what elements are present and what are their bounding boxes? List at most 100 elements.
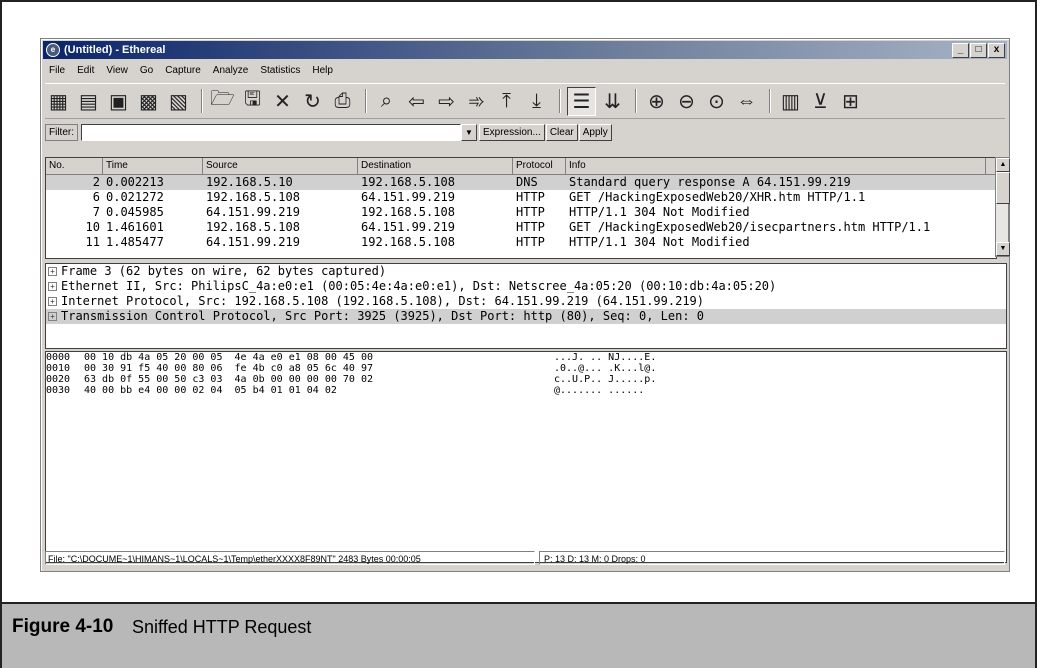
title-bar: e (Untitled) - Ethereal _ □ x [43, 41, 1007, 59]
packet-destination: 192.168.5.108 [361, 235, 455, 249]
status-bar: File: "C:\DOCUME~1\HIMANS~1\LOCALS~1\Tem… [45, 551, 1005, 565]
menu-analyze[interactable]: Analyze [207, 65, 255, 76]
menu-view[interactable]: View [100, 65, 134, 76]
expand-plus-icon[interactable]: + [48, 267, 57, 276]
packet-row[interactable]: 2 0.002213 192.168.5.10 192.168.5.108 DN… [46, 175, 996, 190]
column-header-protocol[interactable]: Protocol [513, 158, 566, 174]
auto-scroll-icon[interactable]: ⇊ [599, 88, 626, 115]
packet-no: 6 [92, 190, 100, 204]
filter-button[interactable]: Filter: [45, 123, 78, 141]
reload-icon[interactable]: ↻ [299, 88, 326, 115]
scroll-down-arrow-icon[interactable]: ▼ [996, 242, 1010, 256]
close-file-icon[interactable]: ✕ [269, 88, 296, 115]
column-header-info[interactable]: Info [566, 158, 986, 174]
hex-row: 0020 63 db 0f 55 00 50 c3 03 4a 0b 00 00… [46, 374, 1006, 385]
last-packet-icon[interactable]: ⤓ [523, 88, 550, 115]
menu-go[interactable]: Go [134, 65, 159, 76]
packet-time: 0.045985 [106, 205, 164, 219]
menu-bar: File Edit View Go Capture Analyze Statis… [43, 61, 1007, 79]
packet-time: 0.021272 [106, 190, 164, 204]
hex-dump-pane: 0000 00 10 db 4a 05 20 00 05 4e 4a e0 e1… [45, 351, 1007, 563]
maximize-button[interactable]: □ [970, 43, 987, 58]
find-icon[interactable]: ⌕ [373, 88, 400, 115]
back-arrow-icon[interactable]: ⇦ [403, 88, 430, 115]
menu-statistics[interactable]: Statistics [254, 65, 306, 76]
column-header-source[interactable]: Source [203, 158, 358, 174]
packet-row[interactable]: 11 1.485477 64.151.99.219 192.168.5.108 … [46, 235, 996, 250]
packet-time: 0.002213 [106, 175, 164, 189]
menu-help[interactable]: Help [306, 65, 339, 76]
expand-plus-icon[interactable]: + [48, 282, 57, 291]
packet-info: HTTP/1.1 304 Not Modified [569, 235, 750, 249]
toolbar-separator [559, 89, 561, 113]
interfaces-icon[interactable]: ▦ [45, 88, 72, 115]
packet-row[interactable]: 6 0.021272 192.168.5.108 64.151.99.219 H… [46, 190, 996, 205]
packet-row[interactable]: 10 1.461601 192.168.5.108 64.151.99.219 … [46, 220, 996, 235]
hex-offset: 0030 [46, 385, 71, 396]
close-button[interactable]: x [988, 43, 1005, 58]
filter-input[interactable] [81, 123, 461, 141]
save-icon[interactable]: 🖫 [239, 88, 266, 115]
detail-row-frame[interactable]: + Frame 3 (62 bytes on wire, 62 bytes ca… [46, 264, 1006, 279]
packet-list-scrollbar[interactable]: ▲ ▼ [995, 157, 1010, 257]
chevron-down-icon[interactable]: ▼ [461, 123, 477, 141]
packet-row[interactable]: 7 0.045985 64.151.99.219 192.168.5.108 H… [46, 205, 996, 220]
column-header-destination[interactable]: Destination [358, 158, 513, 174]
detail-row-ethernet[interactable]: + Ethernet II, Src: PhilipsC_4a:e0:e1 (0… [46, 279, 1006, 294]
start-capture-icon[interactable]: ▣ [105, 88, 132, 115]
toolbar-separator [635, 89, 637, 113]
menu-edit[interactable]: Edit [71, 65, 100, 76]
expand-plus-icon[interactable]: + [48, 297, 57, 306]
go-to-packet-icon[interactable]: ➾ [463, 88, 490, 115]
scroll-up-arrow-icon[interactable]: ▲ [996, 158, 1010, 172]
detail-row-tcp[interactable]: + Transmission Control Protocol, Src Por… [46, 309, 1006, 324]
packet-destination: 192.168.5.108 [361, 175, 455, 189]
restart-capture-icon[interactable]: ▧ [165, 88, 192, 115]
first-packet-icon[interactable]: ⤒ [493, 88, 520, 115]
expand-plus-icon[interactable]: + [48, 312, 57, 321]
hex-offset: 0010 [46, 363, 71, 374]
packet-time: 1.485477 [106, 235, 164, 249]
packet-info: GET /HackingExposedWeb20/isecpartners.ht… [569, 220, 931, 234]
scroll-thumb[interactable] [996, 172, 1010, 204]
detail-text: Ethernet II, Src: PhilipsC_4a:e0:e1 (00:… [61, 279, 777, 293]
stop-capture-icon[interactable]: ▩ [135, 88, 162, 115]
column-header-time[interactable]: Time [103, 158, 203, 174]
open-folder-icon[interactable]: 🗁 [209, 88, 236, 115]
minimize-button[interactable]: _ [952, 43, 969, 58]
detail-row-ip[interactable]: + Internet Protocol, Src: 192.168.5.108 … [46, 294, 1006, 309]
packet-list-header: No. Time Source Destination Protocol Inf… [46, 158, 996, 175]
packet-destination: 64.151.99.219 [361, 220, 455, 234]
packet-no: 2 [92, 175, 100, 189]
menu-capture[interactable]: Capture [159, 65, 207, 76]
apply-button[interactable]: Apply [578, 123, 612, 141]
packet-protocol: HTTP [516, 190, 545, 204]
packet-source: 64.151.99.219 [206, 205, 300, 219]
zoom-normal-icon[interactable]: ⊙ [703, 88, 730, 115]
expression-button[interactable]: Expression... [479, 123, 545, 141]
column-header-no[interactable]: No. [46, 158, 103, 174]
menu-file[interactable]: File [43, 65, 71, 76]
packet-source: 192.168.5.10 [206, 175, 293, 189]
status-counts: P: 13 D: 13 M: 0 Drops: 0 [539, 551, 1005, 565]
hex-bytes: 40 00 bb e4 00 00 02 04 05 b4 01 01 04 0… [84, 385, 337, 396]
packet-protocol: HTTP [516, 235, 545, 249]
preferences-icon[interactable]: ⊞ [837, 88, 864, 115]
packet-source: 64.151.99.219 [206, 235, 300, 249]
display-filters-icon[interactable]: ⊻ [807, 88, 834, 115]
packet-protocol: DNS [516, 175, 538, 189]
window-title: (Untitled) - Ethereal [64, 44, 166, 56]
forward-arrow-icon[interactable]: ⇨ [433, 88, 460, 115]
hex-bytes: 63 db 0f 55 00 50 c3 03 4a 0b 00 00 00 0… [84, 374, 373, 385]
packet-info: Standard query response A 64.151.99.219 [569, 175, 851, 189]
zoom-out-icon[interactable]: ⊖ [673, 88, 700, 115]
zoom-in-icon[interactable]: ⊕ [643, 88, 670, 115]
colorize-icon[interactable]: ☰ [567, 86, 596, 116]
capture-options-icon[interactable]: ▤ [75, 88, 102, 115]
hex-offset: 0020 [46, 374, 71, 385]
clear-button[interactable]: Clear [545, 123, 578, 141]
print-icon[interactable]: ⎙ [329, 88, 356, 115]
packet-source: 192.168.5.108 [206, 190, 300, 204]
capture-filters-icon[interactable]: ▥ [777, 88, 804, 115]
resize-columns-icon[interactable]: ⇔ [733, 88, 760, 115]
